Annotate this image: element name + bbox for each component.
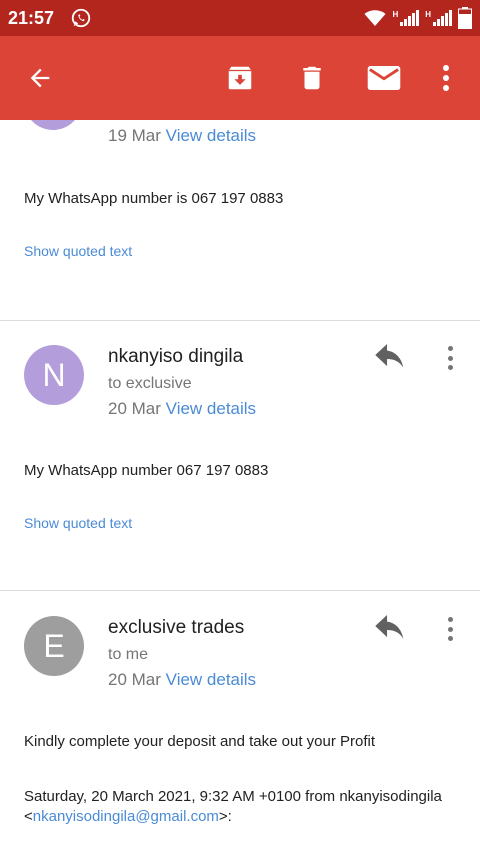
- message-body: My WhatsApp number 067 197 0883: [24, 462, 269, 479]
- avatar[interactable]: N: [24, 345, 84, 405]
- message-more-icon[interactable]: [440, 344, 460, 372]
- signal-icon: H: [425, 10, 452, 26]
- show-quoted-text-link[interactable]: Show quoted text: [24, 243, 132, 259]
- message-divider: [0, 320, 480, 321]
- archive-icon[interactable]: [220, 58, 260, 98]
- more-vert-icon[interactable]: [426, 58, 466, 98]
- message-divider: [0, 590, 480, 591]
- view-details-link[interactable]: View details: [166, 399, 256, 418]
- avatar[interactable]: E: [24, 616, 84, 676]
- whatsapp-icon: [71, 8, 91, 28]
- view-details-link[interactable]: View details: [166, 126, 256, 145]
- avatar-letter: E: [43, 627, 65, 664]
- quoted-header-text: Saturday, 20 March 2021, 9:32 AM +0100 f…: [24, 788, 442, 805]
- recipient-line[interactable]: to me: [108, 646, 148, 664]
- view-details-link[interactable]: View details: [166, 670, 256, 689]
- signal-icon: H: [392, 10, 420, 26]
- battery-icon: [458, 7, 472, 29]
- sender-name: nkanyiso dingila: [108, 346, 244, 367]
- status-bar: 21:57 H H: [0, 0, 480, 36]
- arrow-back-icon[interactable]: [20, 58, 60, 98]
- status-icons: H H: [364, 6, 472, 30]
- quoted-header: Saturday, 20 March 2021, 9:32 AM +0100 f…: [24, 787, 464, 827]
- reply-icon[interactable]: [372, 615, 408, 643]
- sender-name: exclusive trades: [108, 617, 245, 638]
- app-bar: [0, 36, 480, 120]
- avatar[interactable]: [24, 120, 82, 130]
- message-date: 20 Mar: [108, 399, 161, 418]
- recipient-line[interactable]: to exclusive: [108, 375, 192, 393]
- message-body: My WhatsApp number is 067 197 0883: [24, 190, 284, 207]
- status-time: 21:57: [8, 8, 55, 28]
- quoted-header-open: <: [24, 808, 33, 825]
- message-meta: 20 Mar View details: [108, 670, 256, 690]
- avatar-letter: N: [42, 356, 66, 393]
- message-meta: 20 Mar View details: [108, 399, 256, 419]
- quoted-header-close: >:: [218, 808, 232, 825]
- wifi-icon: [364, 10, 386, 26]
- show-quoted-text-link[interactable]: Show quoted text: [24, 515, 132, 531]
- message-more-icon[interactable]: [440, 615, 460, 643]
- trash-icon[interactable]: [292, 58, 332, 98]
- message-date: 20 Mar: [108, 670, 161, 689]
- email-thread: 19 Mar View details My WhatsApp number i…: [0, 120, 480, 854]
- mail-icon[interactable]: [364, 58, 404, 98]
- message-body: Kindly complete your deposit and take ou…: [24, 733, 376, 750]
- reply-icon[interactable]: [372, 344, 408, 372]
- message-date: 19 Mar: [108, 126, 161, 145]
- message-meta: 19 Mar View details: [108, 126, 256, 146]
- sender-email-link[interactable]: nkanyisodingila@gmail.com: [33, 808, 219, 825]
